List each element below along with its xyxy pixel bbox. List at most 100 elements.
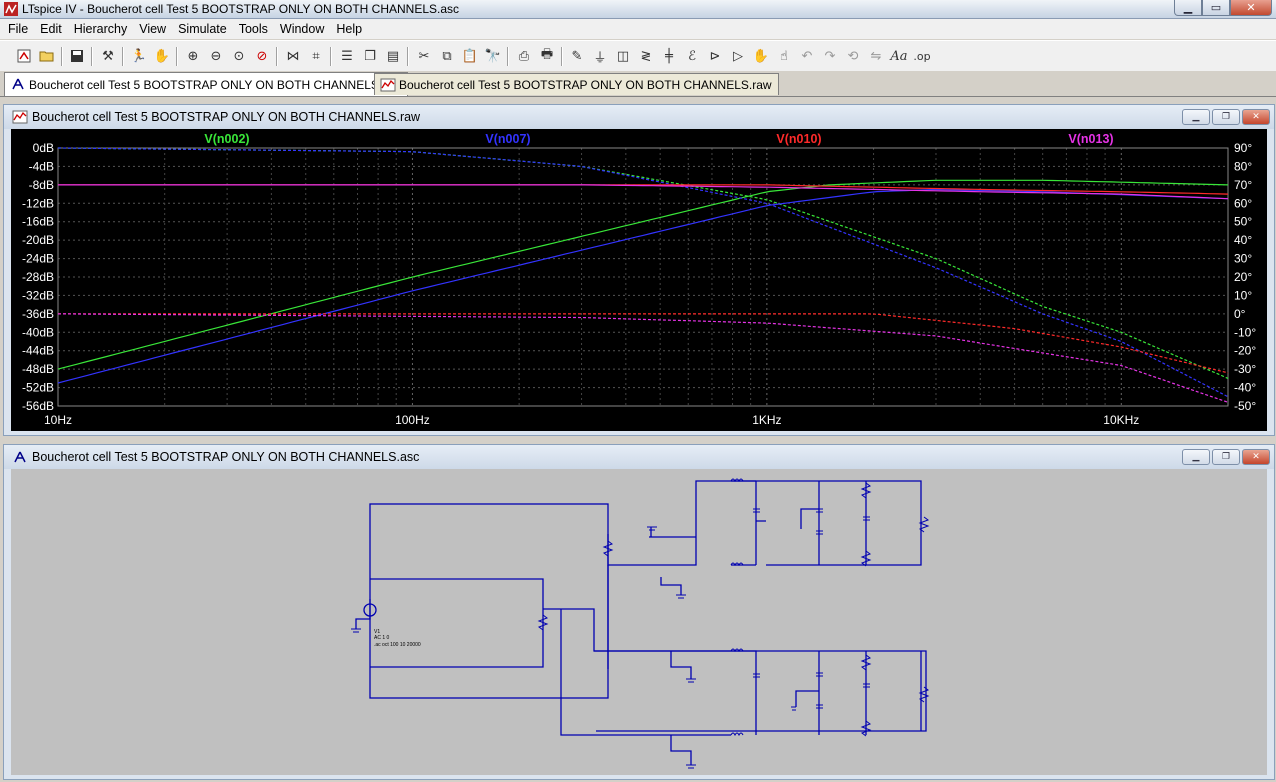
find-icon[interactable]: 🔭 (483, 46, 503, 66)
y2-tick-label: 40° (1234, 233, 1252, 247)
wire-icon[interactable]: ✎ (567, 46, 587, 66)
cascade-icon[interactable]: ❐ (360, 46, 380, 66)
menu-window[interactable]: Window (276, 22, 328, 36)
minimize-icon[interactable]: ▁ (1182, 449, 1210, 465)
menu-bar: File Edit Hierarchy View Simulate Tools … (0, 19, 1276, 39)
open-icon[interactable] (37, 46, 57, 66)
waveform-window-caption: Boucherot cell Test 5 BOOTSTRAP ONLY ON … (4, 105, 1274, 129)
y2-tick-label: 30° (1234, 252, 1252, 266)
schematic-icon (12, 78, 24, 90)
cut-icon[interactable]: ✂ (414, 46, 434, 66)
source-value: AC 1 0 (374, 635, 390, 641)
zoom-fit-icon[interactable]: ⊙ (229, 46, 249, 66)
capacitor-icon[interactable]: ╪ (659, 46, 679, 66)
ltspice-app-icon (4, 2, 18, 16)
y-tick-label: -40dB (22, 325, 54, 339)
redo-icon[interactable]: ↷ (820, 46, 840, 66)
tab-waveform[interactable]: Boucherot cell Test 5 BOOTSTRAP ONLY ON … (374, 73, 779, 95)
move-icon[interactable]: ✋ (751, 46, 771, 66)
menu-help[interactable]: Help (332, 22, 366, 36)
window-title: LTspice IV - Boucherot cell Test 5 BOOTS… (22, 2, 460, 16)
menu-tools[interactable]: Tools (235, 22, 272, 36)
series-vn002-magnitude (57, 179, 1229, 370)
schematic-canvas[interactable]: V1 AC 1 0 .ac oct 100 10 20000 (11, 469, 1267, 775)
halt-icon[interactable]: ✋ (152, 46, 172, 66)
schematic-window-caption: Boucherot cell Test 5 BOOTSTRAP ONLY ON … (4, 445, 1274, 469)
legend-vn013: V(n013) (1068, 132, 1113, 146)
y-tick-label: -48dB (22, 362, 54, 376)
paste-icon[interactable]: 📋 (460, 46, 480, 66)
close-icon[interactable]: ✕ (1242, 449, 1270, 465)
component-icon[interactable]: ▷ (728, 46, 748, 66)
y2-tick-label: -20° (1234, 344, 1256, 358)
menu-hierarchy[interactable]: Hierarchy (70, 22, 132, 36)
close-icon[interactable]: ✕ (1242, 109, 1270, 125)
drag-icon[interactable]: ☝ (774, 46, 794, 66)
series-vn013-phase (58, 313, 1229, 403)
new-schematic-icon[interactable] (14, 46, 34, 66)
bode-plot[interactable]: 0dB -4dB -8dB -12dB -16dB -20dB -24dB -28dB -32d… (11, 129, 1267, 431)
schematic-drawing[interactable]: V1 AC 1 0 .ac oct 100 10 20000 (11, 469, 1267, 775)
control-panel-icon[interactable]: ⚒ (98, 46, 118, 66)
inductors-top (730, 478, 744, 567)
zoom-out-icon[interactable]: ⊖ (206, 46, 226, 66)
waveform-window-title: Boucherot cell Test 5 BOOTSTRAP ONLY ON … (32, 110, 421, 124)
y-tick-label: -4dB (29, 159, 54, 173)
menu-view[interactable]: View (135, 22, 170, 36)
schematic-icon (14, 451, 26, 463)
tab-schematic-label: Boucherot cell Test 5 BOOTSTRAP ONLY ON … (29, 77, 401, 92)
y2-tick-label: 50° (1234, 215, 1252, 229)
print-setup-icon[interactable]: ⎙ (514, 46, 534, 66)
tile-horizontal-icon[interactable]: ▤ (383, 46, 403, 66)
resistor-icon[interactable]: ≷ (636, 46, 656, 66)
autorange-icon[interactable]: ⋈ (283, 46, 303, 66)
title-bar: LTspice IV - Boucherot cell Test 5 BOOTS… (0, 0, 1276, 19)
inductor-icon[interactable]: ℰ (682, 46, 702, 66)
y2-tick-label: 10° (1234, 288, 1252, 302)
text-icon[interactable]: Aa (889, 46, 909, 66)
run-icon[interactable]: 🏃 (129, 46, 149, 66)
y-tick-label: -24dB (22, 252, 54, 266)
save-icon[interactable] (67, 46, 87, 66)
legend-vn002: V(n002) (204, 132, 249, 146)
y2-tick-label: 60° (1234, 196, 1252, 210)
minimize-icon[interactable]: ▁ (1182, 109, 1210, 125)
copy-icon[interactable]: ⧉ (437, 46, 457, 66)
minimize-icon[interactable]: ▁ (1174, 0, 1202, 16)
close-icon[interactable]: ✕ (1230, 0, 1272, 16)
rotate-icon[interactable]: ⟲ (843, 46, 863, 66)
restore-icon[interactable]: ❐ (1212, 109, 1240, 125)
y-tick-label: -36dB (22, 307, 54, 321)
y-tick-label: -56dB (22, 399, 54, 413)
inductors-bottom (730, 648, 744, 737)
y2-tick-label: 20° (1234, 270, 1252, 284)
y2-tick-label: 0° (1234, 307, 1246, 321)
tab-schematic[interactable]: Boucherot cell Test 5 BOOTSTRAP ONLY ON … (4, 72, 408, 96)
diode-icon[interactable]: ⊳ (705, 46, 725, 66)
y-tick-label: -20dB (22, 233, 54, 247)
waveform-plot[interactable]: 0dB -4dB -8dB -12dB -16dB -20dB -24dB -28dB -32d… (11, 129, 1267, 431)
schematic-components (351, 478, 930, 769)
tab-waveform-label: Boucherot cell Test 5 BOOTSTRAP ONLY ON … (399, 77, 772, 92)
schematic-window: Boucherot cell Test 5 BOOTSTRAP ONLY ON … (3, 444, 1275, 780)
restore-icon[interactable]: ❐ (1212, 449, 1240, 465)
legend-vn007: V(n007) (485, 132, 530, 146)
zoom-in-icon[interactable]: ⊕ (183, 46, 203, 66)
menu-simulate[interactable]: Simulate (174, 22, 231, 36)
label-icon[interactable]: ◫ (613, 46, 633, 66)
y2-tick-label: 80° (1234, 159, 1252, 173)
capacitors-top (753, 508, 870, 535)
spice-directive-icon[interactable]: .op (912, 46, 932, 66)
print-icon[interactable]: 🖶 (537, 46, 557, 66)
tile-vertical-icon[interactable]: ☰ (337, 46, 357, 66)
cancel-zoom-icon[interactable]: ⊘ (252, 46, 272, 66)
waveform-icon (12, 110, 28, 124)
window-controls: ▁ ▭ ✕ (1174, 0, 1272, 16)
menu-file[interactable]: File (4, 22, 32, 36)
maximize-icon[interactable]: ▭ (1202, 0, 1230, 16)
mirror-icon[interactable]: ⇋ (866, 46, 886, 66)
undo-icon[interactable]: ↶ (797, 46, 817, 66)
cursor-icon[interactable]: ⌗ (306, 46, 326, 66)
ground-icon[interactable]: ⏚ (590, 46, 610, 66)
menu-edit[interactable]: Edit (36, 22, 66, 36)
